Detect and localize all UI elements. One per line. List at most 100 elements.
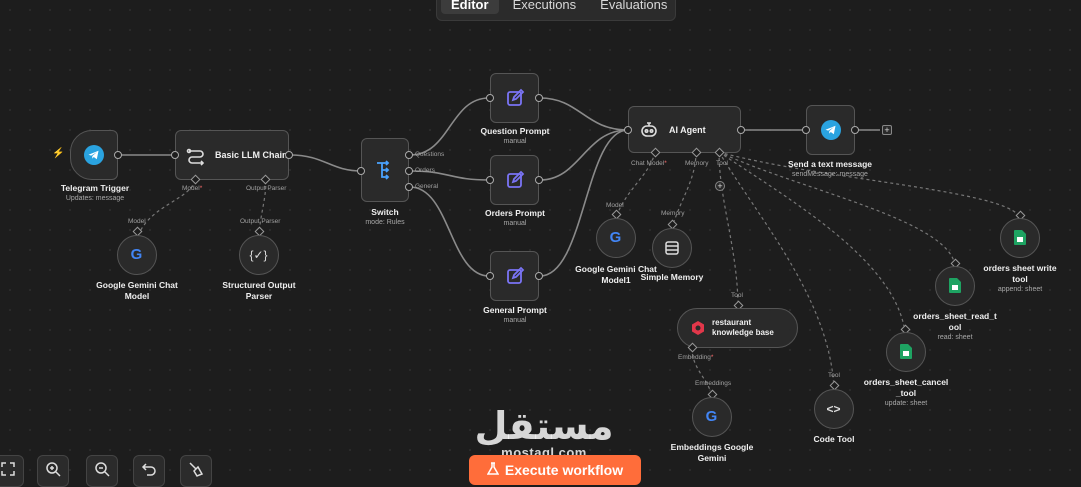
telegram-icon (820, 119, 842, 141)
orders-read-title: orders_sheet_read_t ool (913, 311, 997, 332)
telegram-trigger-subtitle: Updates: message (65, 195, 125, 202)
node-ai-agent[interactable]: AI Agent (628, 106, 741, 153)
agent-tool-label: Tool (716, 160, 728, 167)
switch-subtitle: mode: Rules (365, 219, 405, 226)
memory-port-label: Memory (661, 210, 685, 217)
chain-parser-port-label: Output Parser (246, 185, 287, 192)
general-prompt-output-handle[interactable] (535, 272, 543, 280)
general-prompt-input-handle[interactable] (486, 272, 494, 280)
clear-execution-button[interactable] (180, 455, 212, 487)
knowledge-base-title: restaurant knowledge base (712, 318, 774, 337)
question-prompt-input-handle[interactable] (486, 94, 494, 102)
basic-llm-chain-title: Basic LLM Chain (215, 150, 288, 160)
general-prompt-title: General Prompt (483, 305, 547, 315)
node-code-tool[interactable]: <> (814, 389, 854, 429)
node-orders-prompt[interactable] (490, 155, 539, 205)
google-icon: G (705, 408, 718, 425)
trigger-bolt-icon: ⚡ (52, 148, 65, 159)
structured-parser-port-label: Output Parser (240, 218, 281, 225)
switch-icon (373, 158, 397, 182)
switch-output-questions-label: Questions (415, 151, 445, 158)
ai-agent-title: AI Agent (669, 124, 706, 135)
view-tabs: Editor Executions Evaluations (436, 0, 676, 21)
switch-output-orders-handle[interactable] (405, 167, 413, 175)
undo-button[interactable] (133, 455, 165, 487)
switch-output-general-label: General (415, 183, 439, 190)
gemini-model-port-label: Model (128, 218, 146, 225)
send-input-handle[interactable] (802, 126, 810, 134)
simple-memory-title: Simple Memory (640, 272, 704, 282)
node-google-gemini-chat-model[interactable]: G (117, 235, 157, 275)
node-simple-memory[interactable] (652, 228, 692, 268)
node-orders-sheet-write-tool[interactable] (1000, 218, 1040, 258)
tab-editor[interactable]: Editor (441, 0, 499, 14)
node-question-prompt[interactable] (490, 73, 539, 123)
tab-evaluations[interactable]: Evaluations (590, 0, 677, 14)
google-icon: G (130, 246, 143, 263)
fit-view-button[interactable] (0, 455, 24, 487)
code-tool-title: Code Tool (813, 434, 855, 444)
tab-executions[interactable]: Executions (503, 0, 587, 14)
chain-output-handle[interactable] (285, 151, 293, 159)
node-telegram-trigger[interactable] (70, 130, 118, 180)
question-prompt-output-handle[interactable] (535, 94, 543, 102)
node-restaurant-knowledge-base[interactable]: restaurant knowledge base (677, 308, 798, 348)
node-general-prompt[interactable] (490, 251, 539, 301)
switch-input-handle[interactable] (357, 167, 365, 175)
node-structured-output-parser[interactable]: {✓} (239, 235, 279, 275)
switch-title: Switch (371, 207, 399, 217)
edge-tool-cancel (718, 151, 906, 333)
node-embeddings-google-gemini[interactable]: G (692, 397, 732, 437)
execute-workflow-label: Execute workflow (504, 462, 624, 478)
execute-workflow-button[interactable]: Execute workflow (469, 455, 641, 485)
agent-add-tool-button[interactable]: + (715, 181, 725, 191)
switch-output-questions-handle[interactable] (405, 151, 413, 159)
gemini-chat-model-title: Google Gemini Chat Model (96, 280, 178, 301)
orders-cancel-title: orders_sheet_cancel _tool (863, 377, 949, 398)
orders-cancel-subtitle: update: sheet (884, 400, 928, 407)
zoom-in-icon (45, 461, 61, 482)
switch-output-orders-label: Orders (415, 167, 435, 174)
send-text-message-subtitle: sendMessage: message (792, 171, 868, 178)
edit-icon (504, 169, 526, 191)
watermark-logo: مستقل mostaql.com (474, 406, 614, 459)
node-switch[interactable] (361, 138, 409, 202)
node-send-text-message[interactable] (806, 105, 855, 155)
telegram-trigger-title: Telegram Trigger (60, 183, 130, 193)
chain-model-port-label: Model* (182, 185, 203, 192)
agent-memory-label: Memory (685, 160, 709, 167)
flask-icon (486, 462, 500, 478)
general-prompt-subtitle: manual (503, 317, 527, 324)
orders-prompt-subtitle: manual (503, 220, 527, 227)
zoom-out-button[interactable] (86, 455, 118, 487)
zoom-in-button[interactable] (37, 455, 69, 487)
undo-icon (141, 461, 157, 482)
edge-tool-code (718, 151, 835, 390)
question-prompt-subtitle: manual (503, 138, 527, 145)
switch-output-general-handle[interactable] (405, 183, 413, 191)
clear-icon (188, 461, 204, 482)
gemini1-port-label: Model (606, 202, 624, 209)
code-tool-port-label: Tool (828, 372, 840, 379)
orders-prompt-input-handle[interactable] (486, 176, 494, 184)
agent-output-handle[interactable] (737, 126, 745, 134)
send-add-node-button[interactable]: + (882, 125, 892, 135)
kb-embedding-label: Embedding* (678, 354, 714, 361)
code-icon: <> (826, 401, 841, 416)
zoom-out-icon (94, 461, 110, 482)
vector-store-icon (688, 318, 708, 338)
embeddings-port-label: Embeddings (695, 380, 732, 387)
chain-input-handle[interactable] (171, 151, 179, 159)
send-output-handle[interactable] (851, 126, 859, 134)
node-google-gemini-chat-model1[interactable]: G (596, 218, 636, 258)
chain-icon (185, 145, 207, 167)
agent-input-handle[interactable] (624, 126, 632, 134)
orders-prompt-title: Orders Prompt (485, 208, 545, 218)
trigger-output-handle[interactable] (114, 151, 122, 159)
edge-switch-general (409, 186, 490, 277)
robot-icon (638, 119, 660, 141)
node-basic-llm-chain[interactable]: Basic LLM Chain (175, 130, 289, 180)
embeddings-gemini-title: Embeddings Google Gemini (670, 442, 754, 463)
orders-prompt-output-handle[interactable] (535, 176, 543, 184)
structured-output-parser-title: Structured Output Parser (222, 280, 296, 301)
